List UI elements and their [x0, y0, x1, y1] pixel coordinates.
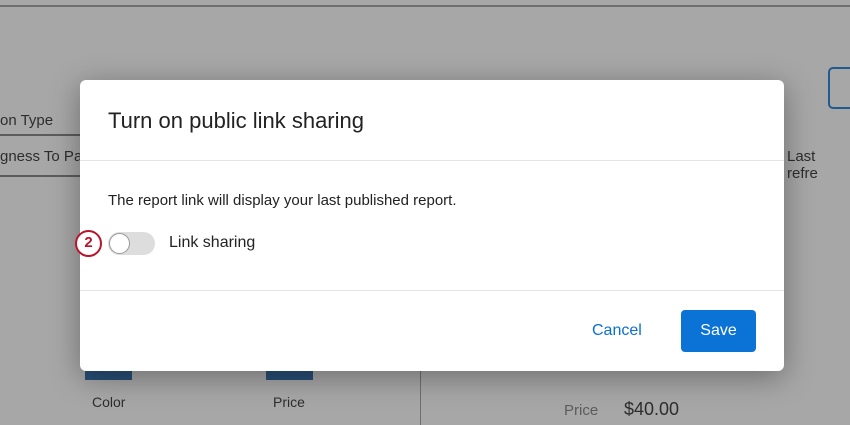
divider: [80, 290, 784, 291]
dialog-description: The report link will display your last p…: [108, 192, 457, 209]
dialog-title: Turn on public link sharing: [108, 108, 364, 133]
toggle-knob: [109, 233, 130, 254]
divider: [80, 160, 784, 161]
step-badge: 2: [75, 230, 102, 257]
save-button[interactable]: Save: [681, 310, 756, 352]
public-link-dialog: Turn on public link sharing The report l…: [75, 80, 784, 371]
toggle-label: Link sharing: [169, 234, 256, 251]
link-sharing-toggle[interactable]: [108, 232, 155, 255]
cancel-button[interactable]: Cancel: [592, 310, 642, 352]
